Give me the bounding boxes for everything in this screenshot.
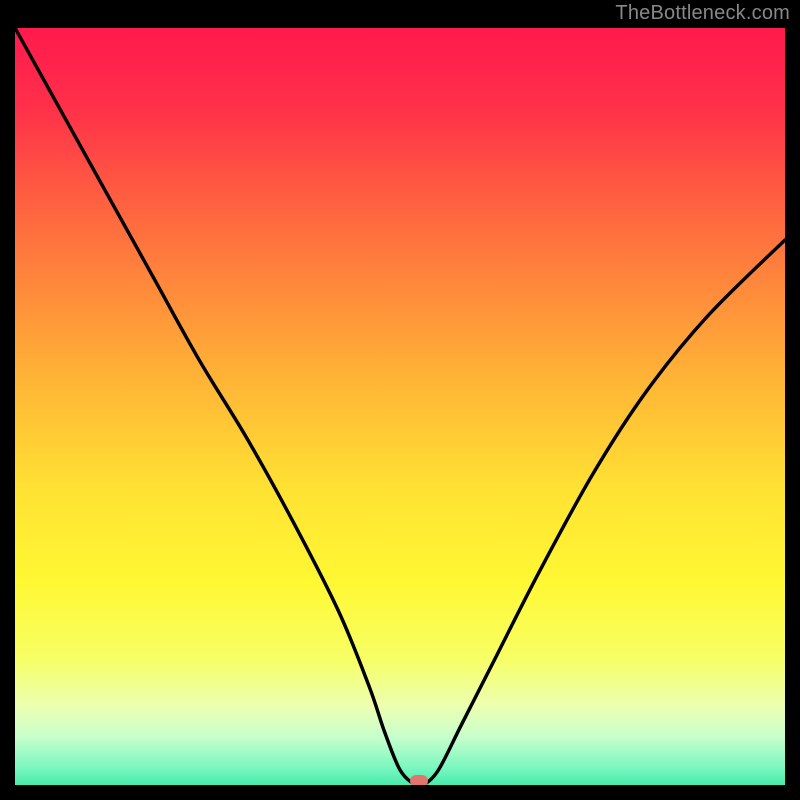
attribution-label: TheBottleneck.com — [615, 2, 790, 25]
chart-container: TheBottleneck.com — [0, 0, 800, 800]
bottleneck-curve — [15, 28, 785, 785]
plot-area — [15, 28, 785, 785]
optimum-marker — [410, 775, 428, 785]
